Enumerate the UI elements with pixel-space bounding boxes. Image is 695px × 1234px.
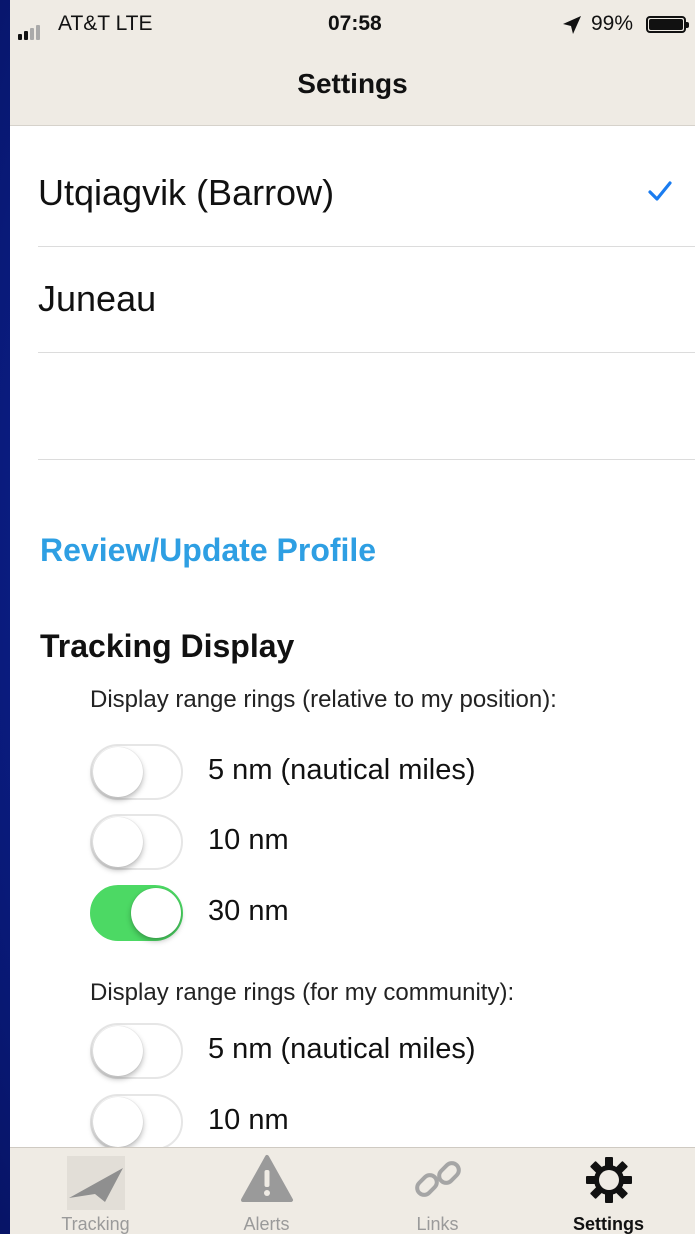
tracking-display-heading: Tracking Display <box>40 628 295 664</box>
ring-option-row: 10 nm <box>90 1090 650 1154</box>
tab-links[interactable]: Links <box>352 1148 523 1234</box>
community-row-empty[interactable] <box>38 353 695 460</box>
tab-alerts[interactable]: Alerts <box>181 1148 352 1234</box>
gear-icon <box>583 1154 635 1211</box>
status-time: 07:58 <box>328 12 382 35</box>
carrier-label: AT&T LTE <box>58 12 153 35</box>
link-icon <box>411 1154 465 1211</box>
ring-option-row: 30 nm <box>90 881 650 945</box>
ring-5nm-my-position-toggle[interactable] <box>90 744 183 800</box>
ring-option-row: 10 nm <box>90 810 650 874</box>
tab-tracking[interactable]: Tracking <box>10 1148 181 1234</box>
ring-option-row: 5 nm (nautical miles) <box>90 740 650 804</box>
ring-10nm-my-position-toggle[interactable] <box>90 814 183 870</box>
tab-label: Alerts <box>243 1214 290 1234</box>
battery-percent: 99% <box>591 12 634 35</box>
toggle-label: 10 nm <box>208 824 289 856</box>
signal-icon <box>18 16 42 40</box>
location-arrow-icon <box>561 14 583 42</box>
ring-30nm-my-position-toggle[interactable] <box>90 885 183 941</box>
my-position-rings-label: Display range rings (relative to my posi… <box>90 686 557 713</box>
toggle-label: 5 nm (nautical miles) <box>208 1033 476 1065</box>
tab-settings[interactable]: Settings <box>523 1148 694 1234</box>
battery-icon <box>646 16 689 33</box>
checkmark-icon <box>647 180 673 207</box>
community-row-utqiagvik[interactable]: Utqiagvik (Barrow) <box>38 140 695 247</box>
tab-label: Tracking <box>61 1214 130 1234</box>
page-title: Settings <box>297 68 408 99</box>
phone-screen: AT&T LTE 07:58 99% Settings Utqiagvik (B… <box>10 0 695 1234</box>
tab-label: Settings <box>572 1214 644 1234</box>
alert-triangle-icon <box>240 1154 294 1209</box>
ring-option-row: 5 nm (nautical miles) <box>90 1019 650 1083</box>
status-bar: AT&T LTE 07:58 99% <box>10 0 695 50</box>
community-row-juneau[interactable]: Juneau <box>38 246 695 353</box>
toggle-label: 30 nm <box>208 895 289 927</box>
toggle-label: 10 nm <box>208 1104 289 1136</box>
review-update-profile-link[interactable]: Review/Update Profile <box>40 532 376 569</box>
tab-label: Links <box>416 1214 459 1234</box>
tab-bar: Tracking Alerts Links Settings <box>10 1147 695 1234</box>
ring-5nm-community-toggle[interactable] <box>90 1023 183 1079</box>
toggle-label: 5 nm (nautical miles) <box>208 754 476 786</box>
ring-10nm-community-toggle[interactable] <box>90 1094 183 1150</box>
tracking-plane-icon <box>65 1154 127 1217</box>
nav-bar: Settings <box>10 50 695 126</box>
community-label: Utqiagvik (Barrow) <box>38 172 335 213</box>
community-label: Juneau <box>38 278 157 319</box>
community-rings-label: Display range rings (for my community): <box>90 979 515 1006</box>
